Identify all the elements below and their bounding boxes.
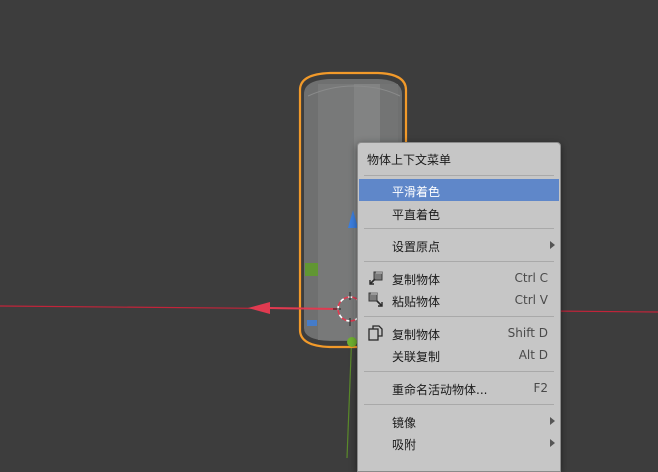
menu-item-shortcut: Shift D	[507, 326, 548, 340]
menu-item-shortcut: Ctrl C	[514, 271, 548, 285]
menu-separator	[364, 316, 554, 317]
gizmo-y-arrow-icon[interactable]	[347, 337, 357, 347]
menu-item-shade-flat[interactable]: 平直着色	[359, 202, 559, 224]
menu-separator	[364, 371, 554, 372]
menu-item-copy-objects[interactable]: 复制物体 Ctrl C	[359, 267, 559, 289]
menu-item-label: 粘贴物体	[392, 295, 441, 309]
submenu-arrow-icon	[550, 417, 555, 425]
gizmo-x-arrow-icon[interactable]	[248, 302, 270, 314]
menu-separator	[364, 228, 554, 229]
menu-item-label: 复制物体	[392, 328, 441, 342]
menu-item-set-origin[interactable]: 设置原点	[359, 234, 559, 256]
menu-item-snap[interactable]: 吸附	[359, 432, 559, 454]
menu-separator	[364, 175, 554, 176]
menu-item-label: 平滑着色	[392, 185, 441, 199]
copy-buffer-icon	[369, 271, 383, 285]
menu-item-paste-objects[interactable]: 粘贴物体 Ctrl V	[359, 289, 559, 311]
menu-item-label: 镜像	[392, 416, 417, 430]
menu-item-label: 设置原点	[392, 240, 441, 254]
y-axis-line	[346, 329, 353, 458]
menu-item-label: 平直着色	[392, 208, 441, 222]
menu-item-label: 重命名活动物体...	[392, 383, 488, 397]
menu-title: 物体上下文菜单	[367, 153, 452, 167]
menu-item-shortcut: Ctrl V	[514, 293, 548, 307]
menu-item-duplicate-objects[interactable]: 复制物体 Shift D	[359, 322, 559, 344]
paste-buffer-icon	[368, 292, 383, 307]
menu-separator	[364, 261, 554, 262]
menu-item-mirror[interactable]: 镜像	[359, 410, 559, 432]
menu-item-rename-active-object[interactable]: 重命名活动物体... F2	[359, 377, 559, 399]
menu-item-shortcut: Alt D	[518, 348, 548, 362]
menu-item-shortcut: F2	[533, 381, 548, 395]
menu-item-label: 关联复制	[392, 350, 441, 364]
submenu-arrow-icon	[550, 241, 555, 249]
duplicate-icon	[368, 325, 383, 341]
submenu-arrow-icon	[550, 439, 555, 447]
menu-item-duplicate-linked[interactable]: 关联复制 Alt D	[359, 344, 559, 366]
gizmo-plane-handle-icon[interactable]	[307, 320, 317, 326]
menu-item-label: 复制物体	[392, 273, 441, 287]
object-context-menu: 物体上下文菜单 平滑着色 平直着色 设置原点 复制物体 Ctrl C 粘贴物体 …	[357, 142, 561, 472]
menu-item-shade-smooth[interactable]: 平滑着色	[359, 179, 559, 201]
gizmo-plane-handle-icon[interactable]	[305, 263, 318, 276]
menu-item-label: 吸附	[392, 438, 417, 452]
menu-separator	[364, 404, 554, 405]
